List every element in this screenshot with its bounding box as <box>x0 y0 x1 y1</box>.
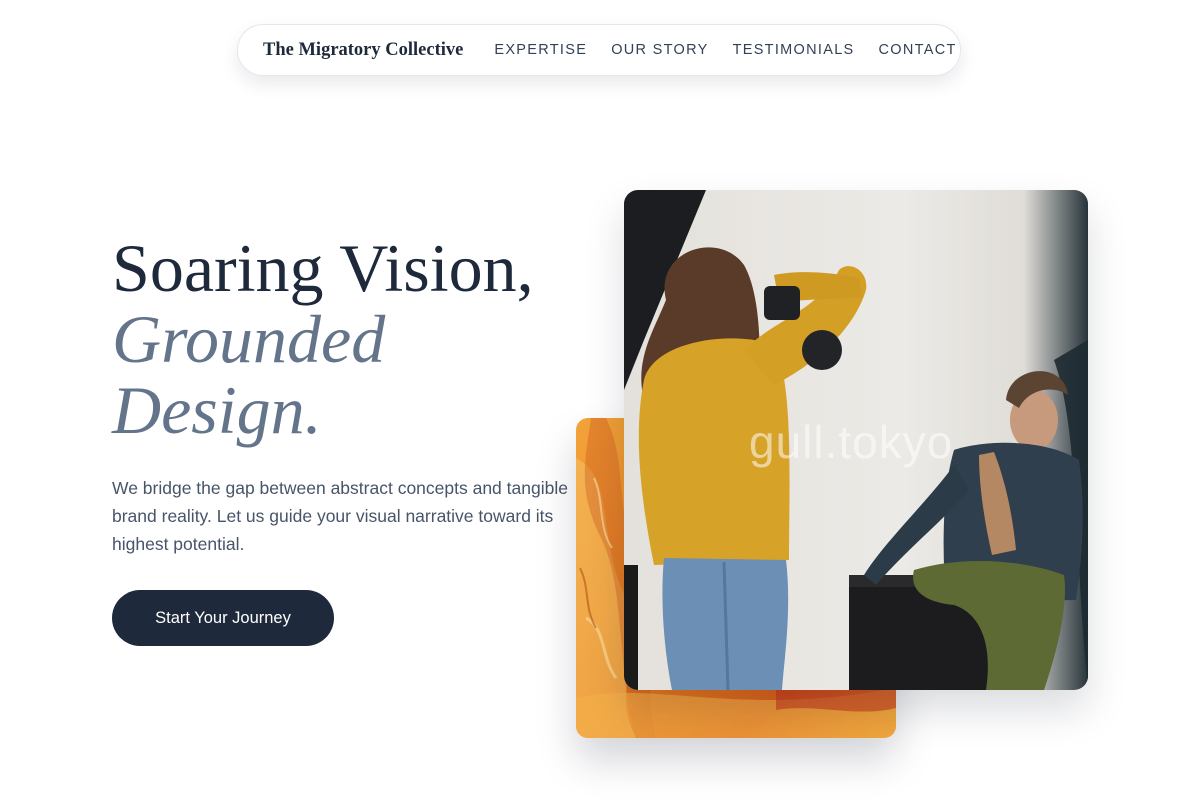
nav-links: EXPERTISE OUR STORY TESTIMONIALS CONTACT <box>494 42 956 58</box>
hero-headline: Soaring Vision, Grounded Design. <box>112 233 534 446</box>
headline-line-3: Design. <box>112 372 322 448</box>
headline-line-1: Soaring Vision, <box>112 230 534 306</box>
top-nav: The Migratory Collective EXPERTISE OUR S… <box>237 24 961 76</box>
hero-description: We bridge the gap between abstract conce… <box>112 478 568 554</box>
nav-link-testimonials[interactable]: TESTIMONIALS <box>733 42 855 58</box>
studio-photoshoot-image: gull.tokyo <box>624 190 1088 690</box>
brand-logo[interactable]: The Migratory Collective <box>263 40 463 61</box>
nav-link-our-story[interactable]: OUR STORY <box>611 42 708 58</box>
headline-line-2: Grounded <box>112 301 386 377</box>
nav-link-contact[interactable]: CONTACT <box>879 42 957 58</box>
start-journey-button[interactable]: Start Your Journey <box>112 590 334 646</box>
nav-link-expertise[interactable]: EXPERTISE <box>494 42 587 58</box>
